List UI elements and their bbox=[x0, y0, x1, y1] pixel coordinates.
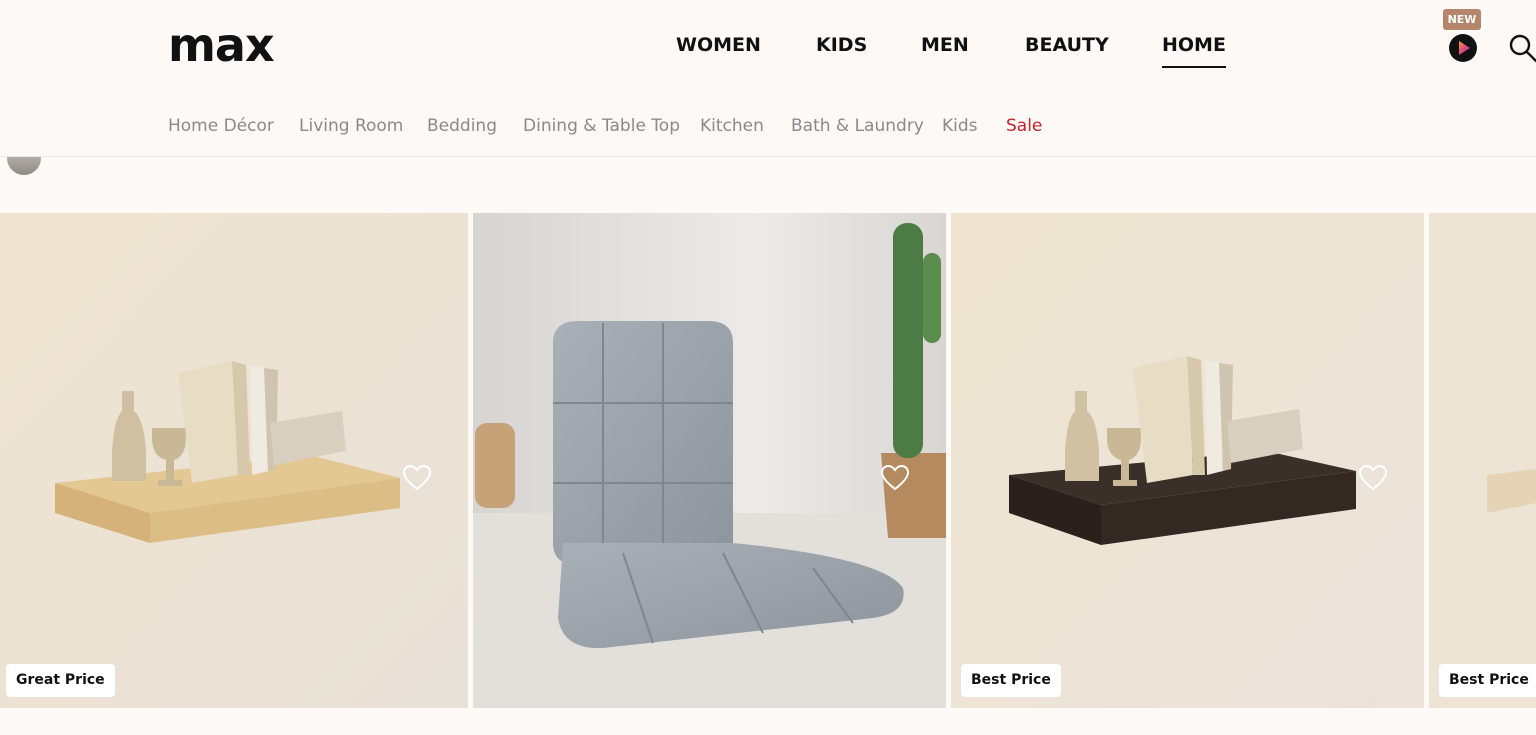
subnav-bath-laundry[interactable]: Bath & Laundry bbox=[791, 116, 924, 136]
subnav-kids[interactable]: Kids bbox=[942, 116, 978, 136]
product-card[interactable]: Best Price bbox=[1429, 213, 1536, 708]
nav-men[interactable]: MEN bbox=[921, 34, 969, 56]
product-image-shelf-partial bbox=[1429, 213, 1536, 708]
new-badge: NEW bbox=[1443, 9, 1481, 30]
heart-icon[interactable] bbox=[1358, 463, 1388, 493]
play-icon[interactable] bbox=[1449, 34, 1477, 62]
heart-icon[interactable] bbox=[880, 463, 910, 493]
price-badge: Best Price bbox=[961, 664, 1061, 697]
site-logo[interactable]: max bbox=[168, 22, 275, 68]
subnav-dining-table-top[interactable]: Dining & Table Top bbox=[523, 116, 680, 136]
nav-beauty[interactable]: BEAUTY bbox=[1025, 34, 1109, 56]
product-card[interactable] bbox=[473, 213, 946, 708]
price-badge: Great Price bbox=[6, 664, 115, 697]
product-image-floor-chair bbox=[473, 213, 946, 708]
heart-icon[interactable] bbox=[402, 463, 432, 493]
subnav-bedding[interactable]: Bedding bbox=[427, 116, 497, 136]
product-card[interactable]: Best Price bbox=[951, 213, 1424, 708]
product-image-dark-shelf bbox=[951, 213, 1424, 708]
subnav-home-decor[interactable]: Home Décor bbox=[168, 116, 274, 136]
category-thumbnail[interactable] bbox=[7, 157, 41, 175]
subnav-living-room[interactable]: Living Room bbox=[299, 116, 403, 136]
subnav-kitchen[interactable]: Kitchen bbox=[700, 116, 764, 136]
nav-women[interactable]: WOMEN bbox=[676, 34, 761, 56]
subnav-sale[interactable]: Sale bbox=[1006, 116, 1042, 136]
product-image-wooden-shelf bbox=[0, 213, 468, 708]
nav-kids[interactable]: KIDS bbox=[816, 34, 867, 56]
search-icon[interactable] bbox=[1508, 33, 1536, 63]
site-header: max WOMEN KIDS MEN BEAUTY HOME NEW Home … bbox=[0, 0, 1536, 157]
product-card[interactable]: Great Price bbox=[0, 213, 468, 708]
price-badge: Best Price bbox=[1439, 664, 1536, 697]
nav-home[interactable]: HOME bbox=[1162, 34, 1226, 68]
